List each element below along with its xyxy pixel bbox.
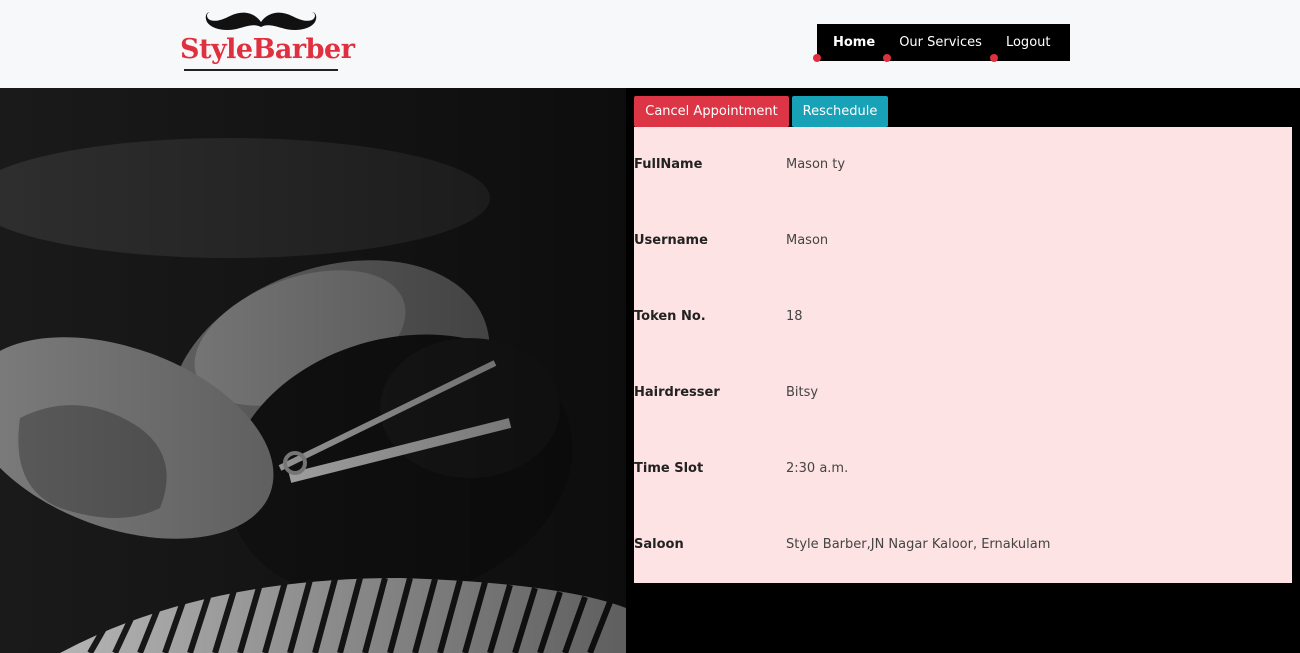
main-nav: Home Our Services Logout bbox=[813, 24, 1070, 62]
nav-dot-services bbox=[883, 54, 891, 62]
detail-value: Mason ty bbox=[786, 156, 846, 172]
site-header: StyleBarber Home Our Services Logout bbox=[0, 0, 1300, 88]
detail-row-username: Username Mason bbox=[634, 230, 1292, 250]
nav-dot-logout bbox=[990, 54, 998, 62]
detail-label: FullName bbox=[634, 156, 703, 172]
cancel-appointment-button[interactable]: Cancel Appointment bbox=[634, 96, 789, 127]
detail-value: 2:30 a.m. bbox=[786, 460, 849, 476]
detail-row-timeslot: Time Slot 2:30 a.m. bbox=[634, 458, 1292, 478]
detail-value: 18 bbox=[786, 308, 803, 324]
detail-label: Time Slot bbox=[634, 460, 704, 476]
detail-row-saloon: Saloon Style Barber,JN Nagar Kaloor, Ern… bbox=[634, 534, 1292, 554]
detail-row-fullname: FullName Mason ty bbox=[634, 154, 1292, 174]
detail-value: Mason bbox=[786, 232, 829, 248]
detail-value: Style Barber,JN Nagar Kaloor, Ernakulam bbox=[786, 536, 1051, 552]
barber-hero-image bbox=[0, 88, 626, 653]
nav-logout[interactable]: Logout bbox=[1006, 35, 1051, 50]
nav-dot-home bbox=[813, 54, 821, 62]
detail-row-token: Token No. 18 bbox=[634, 306, 1292, 326]
logo-text: StyleBarber bbox=[180, 34, 355, 65]
appointment-panel: Cancel Appointment Reschedule FullName M… bbox=[626, 88, 1300, 653]
detail-value: Bitsy bbox=[786, 384, 819, 400]
site-logo[interactable]: StyleBarber bbox=[180, 8, 355, 74]
reschedule-button[interactable]: Reschedule bbox=[792, 96, 888, 127]
nav-our-services[interactable]: Our Services bbox=[899, 35, 982, 50]
appointment-details: FullName Mason ty Username Mason Token N… bbox=[634, 127, 1292, 583]
detail-label: Username bbox=[634, 232, 708, 248]
detail-label: Hairdresser bbox=[634, 384, 720, 400]
detail-row-hairdresser: Hairdresser Bitsy bbox=[634, 382, 1292, 402]
nav-home[interactable]: Home bbox=[833, 35, 875, 50]
barber-photo bbox=[0, 88, 626, 653]
detail-label: Token No. bbox=[634, 308, 706, 324]
logo-underline bbox=[184, 69, 338, 71]
detail-label: Saloon bbox=[634, 536, 684, 552]
